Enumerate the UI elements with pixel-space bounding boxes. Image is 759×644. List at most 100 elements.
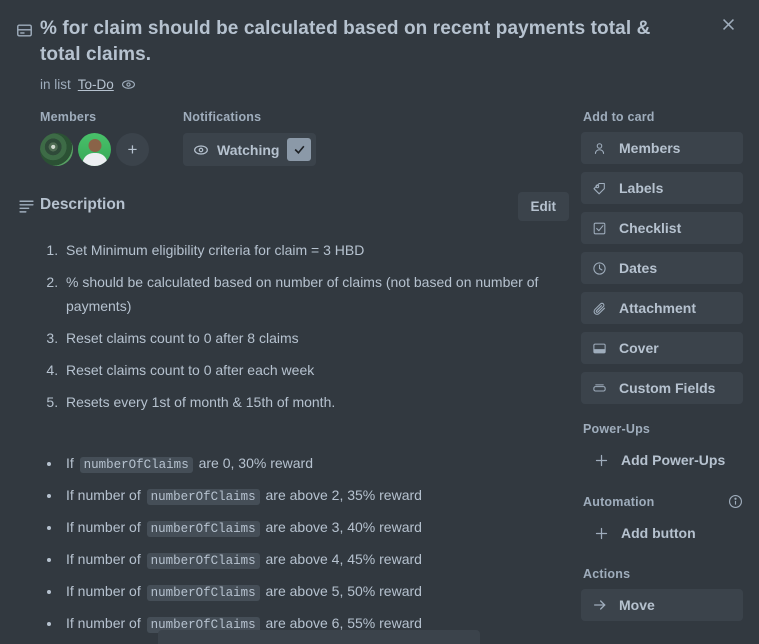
add-button-button[interactable]: Add button <box>581 517 743 549</box>
code-token: numberOfClaims <box>146 489 260 505</box>
actions-section: Actions Move <box>581 567 743 621</box>
bullet-prefix: If number of <box>66 487 141 503</box>
add-to-card-item-label: Custom Fields <box>619 380 716 396</box>
edit-description-button[interactable]: Edit <box>517 192 569 221</box>
custom-fields-icon <box>592 381 609 396</box>
plus-icon <box>594 453 611 468</box>
bullet-prefix: If number of <box>66 519 141 535</box>
tag-icon <box>592 181 609 196</box>
power-ups-text: Power-Ups <box>583 422 651 436</box>
description-bullet-item: If numberOfClaims are 0, 30% reward <box>62 451 569 477</box>
card-detail-dialog: % for claim should be calculated based o… <box>0 0 759 644</box>
card-subline: in list To-Do <box>40 77 693 92</box>
description-list-item: Reset claims count to 0 after each week <box>62 358 569 382</box>
code-token: numberOfClaims <box>146 553 260 569</box>
bullet-suffix: are above 4, 45% reward <box>265 551 422 567</box>
description-list-item: % should be calculated based on number o… <box>62 270 569 318</box>
members-section: Members + <box>40 110 149 166</box>
code-token: numberOfClaims <box>79 457 193 473</box>
description-list-item: Set Minimum eligibility criteria for cla… <box>62 238 569 262</box>
bullet-prefix: If number of <box>66 551 141 567</box>
add-to-card-label: Add to card <box>583 110 743 124</box>
description-bullet-item: If number of numberOfClaims are above 3,… <box>62 515 569 541</box>
automation-section: Automation Add button <box>581 494 743 549</box>
add-to-card-item-labels[interactable]: Labels <box>581 172 743 204</box>
description-list-item: Resets every 1st of month & 15th of mont… <box>62 390 569 414</box>
automation-label: Automation <box>583 494 743 509</box>
notifications-label: Notifications <box>183 110 262 124</box>
person-icon <box>592 141 609 156</box>
eye-icon <box>193 142 209 158</box>
bullet-suffix: are above 6, 55% reward <box>265 615 422 631</box>
add-to-card-item-cover[interactable]: Cover <box>581 332 743 364</box>
bullet-suffix: are 0, 30% reward <box>198 455 313 471</box>
members-label: Members <box>40 110 97 124</box>
comment-box-peek[interactable] <box>158 630 480 644</box>
card-sidebar: Add to card Members Labels Checklist Dates A… <box>569 110 743 644</box>
add-to-card-text: Add to card <box>583 110 655 124</box>
plus-icon <box>594 526 611 541</box>
add-to-card-item-label: Attachment <box>619 300 697 316</box>
move-button[interactable]: Move <box>581 589 743 621</box>
avatar[interactable] <box>40 133 73 166</box>
add-to-card-item-attachment[interactable]: Attachment <box>581 292 743 324</box>
add-to-card-item-label: Members <box>619 140 681 156</box>
actions-text: Actions <box>583 567 631 581</box>
description-bullet-item: If number of numberOfClaims are above 4,… <box>62 547 569 573</box>
card-main-column: Members + Notifications Watching Descrip… <box>16 110 569 644</box>
card-icon <box>16 16 40 39</box>
info-icon[interactable] <box>728 494 743 509</box>
description-bullet-item: If number of numberOfClaims are above 2,… <box>62 483 569 509</box>
card-header-body: % for claim should be calculated based o… <box>40 16 743 92</box>
description-bullet-item: If number of numberOfClaims are above 5,… <box>62 579 569 605</box>
power-ups-label: Power-Ups <box>583 422 743 436</box>
page-title[interactable]: % for claim should be calculated based o… <box>40 16 693 68</box>
description-body[interactable]: Set Minimum eligibility criteria for cla… <box>40 238 569 644</box>
arrow-right-icon <box>592 597 609 613</box>
in-list-prefix: in list <box>40 77 71 92</box>
add-to-card-item-custom-fields[interactable]: Custom Fields <box>581 372 743 404</box>
automation-text: Automation <box>583 494 655 509</box>
add-member-button[interactable]: + <box>116 133 149 166</box>
card-header: % for claim should be calculated based o… <box>16 12 743 92</box>
code-token: numberOfClaims <box>146 585 260 601</box>
add-to-card-item-label: Labels <box>619 180 664 196</box>
add-to-card-list: Members Labels Checklist Dates Attachment Cov… <box>581 132 743 404</box>
eye-icon <box>121 77 136 92</box>
power-ups-section: Power-Ups Add Power-Ups <box>581 422 743 476</box>
add-to-card-item-label: Checklist <box>619 220 682 236</box>
bullet-suffix: are above 2, 35% reward <box>265 487 422 503</box>
members-notifications-row: Members + Notifications Watching <box>40 110 569 166</box>
bullet-prefix: If <box>66 455 74 471</box>
watching-check-icon[interactable] <box>287 138 312 161</box>
close-icon[interactable] <box>713 9 743 39</box>
card-body: Members + Notifications Watching Descrip… <box>16 110 743 644</box>
actions-label: Actions <box>583 567 743 581</box>
move-label: Move <box>619 597 655 613</box>
description-header: Description Edit <box>16 192 569 221</box>
add-button-label: Add button <box>621 525 696 541</box>
cover-icon <box>592 341 609 356</box>
bullet-suffix: are above 5, 50% reward <box>265 583 422 599</box>
bullet-prefix: If number of <box>66 615 141 631</box>
clock-icon <box>592 261 609 276</box>
bullet-suffix: are above 3, 40% reward <box>265 519 422 535</box>
add-to-card-item-checklist[interactable]: Checklist <box>581 212 743 244</box>
description-numbered-list: Set Minimum eligibility criteria for cla… <box>62 238 569 414</box>
avatar[interactable] <box>78 133 111 166</box>
watching-label: Watching <box>217 141 280 158</box>
description-title: Description <box>40 196 126 213</box>
code-token: numberOfClaims <box>146 521 260 537</box>
add-to-card-item-members[interactable]: Members <box>581 132 743 164</box>
members-avatar-list: + <box>40 133 149 166</box>
paperclip-icon <box>592 301 609 316</box>
description-list-item: Reset claims count to 0 after 8 claims <box>62 326 569 350</box>
list-name-link[interactable]: To-Do <box>78 77 114 92</box>
add-power-ups-button[interactable]: Add Power-Ups <box>581 444 743 476</box>
add-power-ups-label: Add Power-Ups <box>621 452 726 468</box>
add-to-card-item-label: Cover <box>619 340 659 356</box>
watching-button[interactable]: Watching <box>183 133 317 166</box>
bullet-prefix: If number of <box>66 583 141 599</box>
add-to-card-item-dates[interactable]: Dates <box>581 252 743 284</box>
add-to-card-item-label: Dates <box>619 260 658 276</box>
